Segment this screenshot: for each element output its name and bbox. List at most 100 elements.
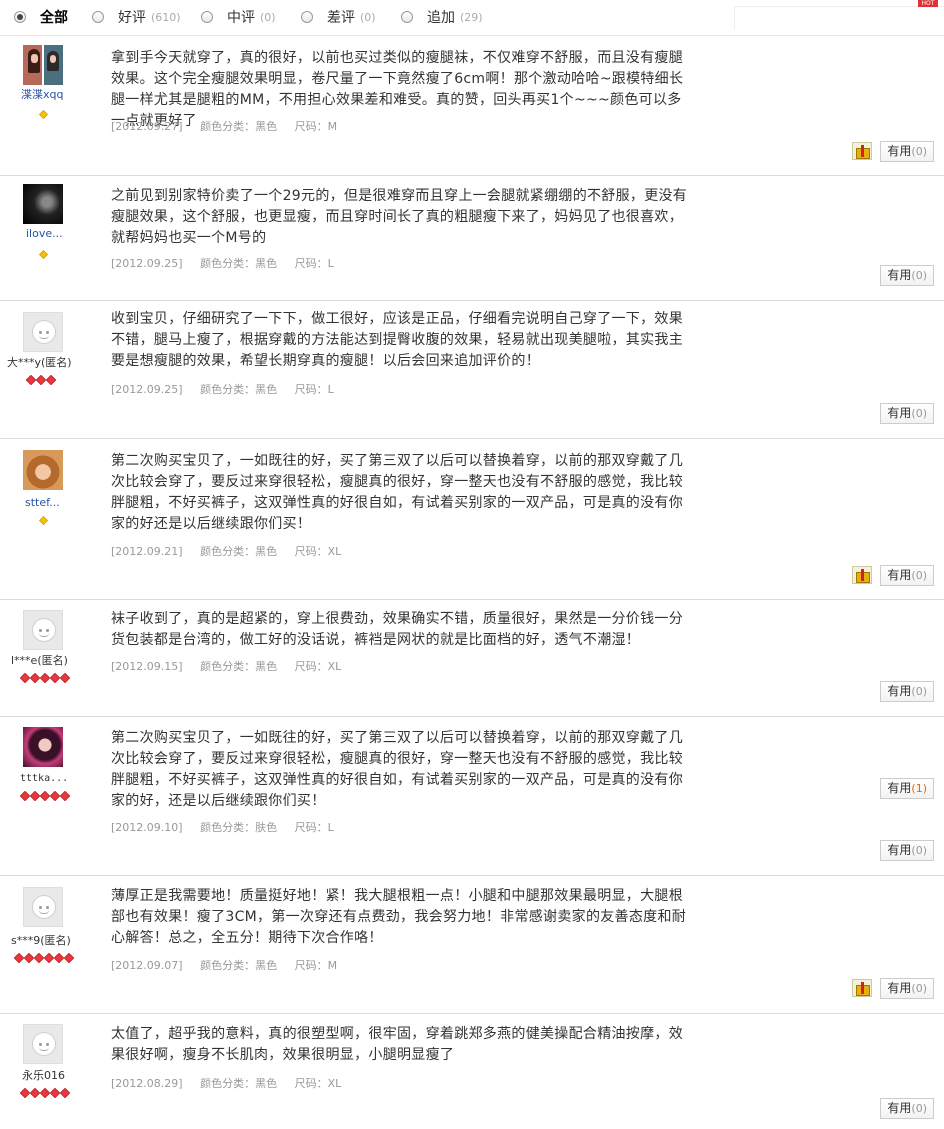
review-color: 颜色分类：黑色 (200, 1077, 278, 1090)
gift-icon[interactable] (852, 979, 872, 997)
review-meta: [2012.09.25] 颜色分类：黑色 尺码：L (111, 255, 348, 271)
radio-icon[interactable] (14, 11, 26, 23)
helpful-button[interactable]: 有用(0) (880, 403, 934, 424)
radio-icon[interactable] (401, 11, 413, 23)
user-rank-icon (38, 110, 48, 118)
review-size: 尺码：M (294, 120, 338, 133)
user-rank-icon (38, 250, 48, 258)
helpful-button[interactable]: 有用(0) (880, 681, 934, 702)
user-avatar[interactable] (23, 184, 63, 224)
filter-count: (610) (151, 10, 181, 24)
review-item: 渫渫xqq 拿到手今天就穿了，真的很好，以前也买过类似的瘦腿袜，不仅难穿不舒服，… (0, 37, 944, 176)
username[interactable]: l***e(匿名) (11, 654, 68, 668)
review-meta: [2012.08.29] 颜色分类：黑色 尺码：XL (111, 1075, 355, 1091)
filter-neutral[interactable]: 中评 (0) (201, 7, 276, 27)
username[interactable]: 大***y(匿名) (7, 356, 72, 370)
review-date: [2012.09.21] (111, 545, 183, 558)
review-text: 太值了，超乎我的意料，真的很塑型啊，很牢固，穿着跳郑多燕的健美操配合精油按摩，效… (111, 1026, 683, 1063)
username[interactable]: s***9(匿名) (11, 934, 71, 948)
filter-label: 中评 (227, 10, 255, 26)
review-text: 第二次购买宝贝了，一如既往的好，买了第三双了以后可以替换着穿，以前的那双穿戴了几… (111, 453, 683, 532)
radio-icon[interactable] (201, 11, 213, 23)
radio-icon[interactable] (92, 11, 104, 23)
helpful-button[interactable]: 有用(0) (880, 141, 934, 162)
username[interactable]: ilove... (26, 227, 63, 241)
user-rank-icon (25, 375, 55, 383)
gift-icon[interactable] (852, 566, 872, 584)
review-color: 颜色分类：黑色 (200, 257, 278, 270)
filter-label: 好评 (118, 10, 146, 26)
user-rank-icon (19, 791, 69, 799)
user-rank-icon (19, 673, 69, 681)
review-text: 收到宝贝，仔细研究了一下下，做工很好，应该是正品，仔细看完说明自己穿了一下，效果… (111, 311, 683, 369)
review-size: 尺码：L (294, 821, 334, 834)
filter-followup[interactable]: 追加 (29) (401, 7, 483, 27)
review-color: 颜色分类：黑色 (200, 383, 278, 396)
review-color: 颜色分类：黑色 (200, 660, 278, 673)
review-date: [2012.09.15] (111, 660, 183, 673)
review-color: 颜色分类：黑色 (200, 120, 278, 133)
review-item: sttef... 第二次购买宝贝了，一如既往的好，买了第三双了以后可以替换着穿，… (0, 439, 944, 600)
review-meta: [2012.09.27] 颜色分类：黑色 尺码：M (111, 118, 351, 134)
followup-helpful-button[interactable]: 有用(1) (880, 778, 934, 799)
review-item: s***9(匿名) 薄厚正是我需要地！质量挺好地！紧！我大腿根粗一点！小腿和中腿… (0, 876, 944, 1014)
filter-count: (0) (260, 10, 276, 24)
helpful-button[interactable]: 有用(0) (880, 565, 934, 586)
filter-count: (0) (360, 10, 376, 24)
review-size: 尺码：XL (294, 660, 342, 673)
review-date: [2012.08.29] (111, 1077, 183, 1090)
filter-label: 全部 (40, 10, 68, 26)
user-avatar[interactable] (23, 450, 63, 490)
helpful-button[interactable]: 有用(0) (880, 978, 934, 999)
review-date: [2012.09.27] (111, 120, 183, 133)
review-color: 颜色分类：肤色 (200, 821, 278, 834)
review-item: 大***y(匿名) 收到宝贝，仔细研究了一下下，做工很好，应该是正品，仔细看完说… (0, 301, 944, 439)
default-avatar-icon[interactable] (23, 887, 63, 927)
review-item: ilove... 之前见到别家特价卖了一个29元的，但是很难穿而且穿上一会腿就紧… (0, 176, 944, 301)
review-size: 尺码：XL (294, 545, 342, 558)
helpful-button[interactable]: 有用(0) (880, 265, 934, 286)
review-item: l***e(匿名) 袜子收到了，真的是超紧的，穿上很费劲，效果确实不错，质量很好… (0, 600, 944, 717)
user-avatar[interactable] (23, 727, 63, 767)
review-date: [2012.09.10] (111, 821, 183, 834)
username[interactable]: 渫渫xqq (21, 88, 63, 102)
review-size: 尺码：L (294, 383, 334, 396)
review-meta: [2012.09.25] 颜色分类：黑色 尺码：L (111, 381, 348, 397)
review-size: 尺码：L (294, 257, 334, 270)
default-avatar-icon[interactable] (23, 312, 63, 352)
username[interactable]: 永乐016 (22, 1069, 65, 1083)
review-filter-bar: 全部 好评 (610) 中评 (0) 差评 (0) 追加 (29) HOT (0, 0, 944, 36)
filter-right-box (734, 6, 944, 30)
default-avatar-icon[interactable] (23, 1024, 63, 1064)
filter-negative[interactable]: 差评 (0) (301, 7, 376, 27)
review-size: 尺码：XL (294, 1077, 342, 1090)
review-meta: [2012.09.15] 颜色分类：黑色 尺码：XL (111, 658, 355, 674)
radio-icon[interactable] (301, 11, 313, 23)
review-item: tttka... 第二次购买宝贝了，一如既往的好，买了第三双了以后可以替换着穿，… (0, 717, 944, 876)
review-color: 颜色分类：黑色 (200, 545, 278, 558)
review-text: 薄厚正是我需要地！质量挺好地！紧！我大腿根粗一点！小腿和中腿那效果最明显，大腿根… (111, 888, 687, 946)
review-date: [2012.09.07] (111, 959, 183, 972)
username[interactable]: sttef... (25, 496, 60, 510)
user-rank-icon (13, 953, 73, 961)
filter-count: (29) (460, 10, 483, 24)
username[interactable]: tttka... (20, 772, 68, 786)
review-text: 袜子收到了，真的是超紧的，穿上很费劲，效果确实不错，质量很好，果然是一分价钱一分… (111, 611, 683, 648)
review-item: 永乐016 太值了，超乎我的意料，真的很塑型啊，很牢固，穿着跳郑多燕的健美操配合… (0, 1014, 944, 1129)
user-avatar[interactable] (23, 45, 63, 85)
gift-icon[interactable] (852, 142, 872, 160)
review-text: 之前见到别家特价卖了一个29元的，但是很难穿而且穿上一会腿就紧绷绷的不舒服，更没… (111, 188, 688, 246)
review-text: 第二次购买宝贝了，一如既往的好，买了第三双了以后可以替换着穿，以前的那双穿戴了几… (111, 730, 683, 809)
review-size: 尺码：M (294, 959, 338, 972)
filter-label: 差评 (327, 10, 355, 26)
filter-all[interactable]: 全部 (14, 7, 68, 27)
user-rank-icon (19, 1088, 69, 1096)
default-avatar-icon[interactable] (23, 610, 63, 650)
helpful-button[interactable]: 有用(0) (880, 1098, 934, 1119)
user-rank-icon (38, 516, 48, 524)
filter-positive[interactable]: 好评 (610) (92, 7, 181, 27)
hot-badge: HOT (918, 0, 938, 7)
review-meta: [2012.09.21] 颜色分类：黑色 尺码：XL (111, 543, 355, 559)
review-date: [2012.09.25] (111, 257, 183, 270)
helpful-button[interactable]: 有用(0) (880, 840, 934, 861)
